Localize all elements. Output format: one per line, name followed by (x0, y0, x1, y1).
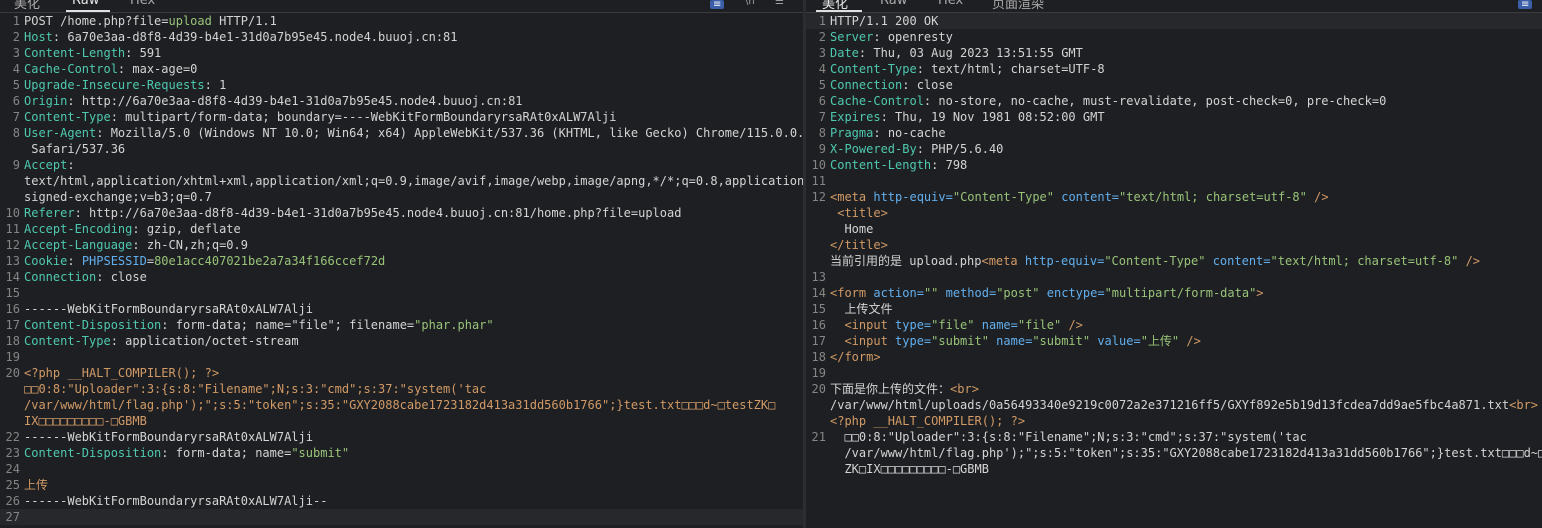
code-line: 4 Content-Type: text/html; charset=UTF-8 (818, 62, 1105, 76)
code-line: /var/www/html/flag.php');";s:5:"token";s… (24, 398, 776, 412)
code-line: 10 Content-Length: 798 (811, 158, 968, 172)
code-line: 1 POST /home.php?file=upload HTTP/1.1 (12, 14, 277, 28)
code-line: <title> (830, 206, 888, 220)
code-line: 17 <input type="submit" name="submit" va… (811, 334, 1201, 348)
code-line: </title> (830, 238, 888, 252)
request-tab-raw[interactable]: Raw (72, 0, 99, 8)
code-line: □□0:8:"Uploader":3:{s:8:"Filename";N;s:3… (24, 382, 487, 396)
request-pane: 美化 Raw Hex ≡ \n ☰ 1 POST /home.php?file=u… (0, 0, 803, 528)
request-editor[interactable]: 1 POST /home.php?file=upload HTTP/1.1 2 Ho… (0, 13, 803, 528)
code-line: 7 Expires: Thu, 19 Nov 1981 08:52:00 GMT (818, 110, 1105, 124)
code-line: /var/www/html/uploads/0a56493340e9219c00… (830, 398, 1539, 412)
code-line: 14 <form action="" method="post" enctype=… (811, 286, 1264, 300)
active-tab-indicator (816, 10, 862, 12)
code-line: 6 Cache-Control: no-store, no-cache, must… (818, 94, 1387, 108)
code-line: 10 Referer: http://6a70e3aa-d8f8-4d39-b4e… (5, 206, 682, 220)
code-line: 18 </form> (811, 350, 881, 364)
code-line: Safari/537.36 (31, 142, 126, 156)
response-editor[interactable]: 1 HTTP/1.1 200 OK 2 Server: openresty 3 Dat… (806, 13, 1542, 528)
code-line: 22 ------WebKitFormBoundaryrsaRAt0xALW7Al… (5, 430, 313, 444)
code-line: 1 HTTP/1.1 200 OK (806, 13, 1542, 29)
code-line: 2 Server: openresty (818, 30, 953, 44)
response-tabbar: 美化 Raw Hex 页面渲染 ≡ (806, 0, 1542, 13)
code-line: 13 (811, 270, 826, 284)
code-line: 20 <?php __HALT_COMPILER(); ?> (5, 366, 220, 380)
code-line: 11 (811, 174, 826, 188)
response-tab-render[interactable]: 页面渲染 (992, 0, 1044, 12)
code-line: <?php __HALT_COMPILER(); ?> (830, 414, 1026, 428)
code-line: 18 Content-Type: application/octet-stream (5, 334, 299, 348)
code-line: 3 Date: Thu, 03 Aug 2023 13:51:55 GMT (818, 46, 1083, 60)
code-line: 9 Accept: (12, 158, 75, 172)
code-line: 8 Pragma: no-cache (818, 126, 946, 140)
code-line: 6 Origin: http://6a70e3aa-d8f8-4d39-b4e1-… (12, 94, 523, 108)
code-line: 8 User-Agent: Mozilla/5.0 (Windows NT 10.… (12, 126, 803, 140)
code-line: 16 <input type="file" name="file" /> (811, 318, 1083, 332)
code-line: 5 Connection: close (818, 78, 953, 92)
code-line: signed-exchange;v=b3;q=0.7 (24, 190, 212, 204)
active-tab-indicator (66, 10, 110, 12)
response-tab-hex[interactable]: Hex (938, 0, 963, 8)
code-line: 3 Content-Length: 591 (12, 46, 162, 60)
code-line: 14 Connection: close (5, 270, 147, 284)
code-line: /var/www/html/flag.php');";s:5:"token";s… (830, 446, 1542, 460)
code-line: text/html,application/xhtml+xml,applicat… (24, 174, 803, 188)
code-line: 当前引用的是 upload.php<meta http-equiv="Conte… (830, 254, 1481, 268)
code-line: 4 Cache-Control: max-age=0 (12, 62, 198, 76)
code-line: IX□□□□□□□□□-□GBMB (24, 414, 147, 428)
code-line: 5 Upgrade-Insecure-Requests: 1 (12, 78, 227, 92)
code-line: 2 Host: 6a70e3aa-d8f8-4d39-b4e1-31d0a7b95… (12, 30, 458, 44)
newline-icon[interactable]: \n (745, 0, 755, 7)
code-line: 12 Accept-Language: zh-CN,zh;q=0.9 (5, 238, 248, 252)
code-line: 11 Accept-Encoding: gzip, deflate (5, 222, 241, 236)
request-tabbar: 美化 Raw Hex ≡ \n ☰ (0, 0, 803, 13)
code-line: ZK□IX□□□□□□□□□-□GBMB (830, 462, 989, 476)
response-tab-raw[interactable]: Raw (880, 0, 907, 8)
code-line: 17 Content-Disposition: form-data; name="… (5, 318, 494, 332)
menu-icon[interactable]: ☰ (775, 0, 784, 7)
code-line: 20 下面是你上传的文件：<br> (811, 382, 979, 396)
code-line: 15 上传文件 (811, 302, 893, 316)
code-line: 19 (811, 366, 826, 380)
code-line: 12 <meta http-equiv="Content-Type" conten… (811, 190, 1329, 204)
code-line: 15 (5, 286, 20, 300)
code-line: 23 Content-Disposition: form-data; name="… (5, 446, 350, 460)
code-line: 25 上传 (5, 478, 49, 492)
wrap-icon[interactable]: ≡ (710, 0, 725, 10)
wrap-icon[interactable]: ≡ (1518, 0, 1533, 10)
code-line: Home (830, 222, 874, 236)
code-line: 7 Content-Type: multipart/form-data; boun… (12, 110, 617, 124)
code-line: 16 ------WebKitFormBoundaryrsaRAt0xALW7Al… (5, 302, 313, 316)
code-line: 24 (5, 462, 20, 476)
code-line: 13 Cookie: PHPSESSID=80e1acc407021be2a7a3… (5, 254, 386, 268)
request-tab-pretty[interactable]: 美化 (14, 0, 40, 12)
response-pane: 美化 Raw Hex 页面渲染 ≡ 1 HTTP/1.1 200 OK 2 Serv… (806, 0, 1542, 528)
burp-repeater-view: 美化 Raw Hex ≡ \n ☰ 1 POST /home.php?file=u… (0, 0, 1542, 528)
code-line-current: 27 (0, 509, 803, 525)
code-line: 9 X-Powered-By: PHP/5.6.40 (818, 142, 1004, 156)
code-line: 26 ------WebKitFormBoundaryrsaRAt0xALW7Al… (5, 494, 328, 508)
request-tab-hex[interactable]: Hex (130, 0, 155, 8)
code-line: 19 (5, 350, 20, 364)
code-line: 21 □□0:8:"Uploader":3:{s:8:"Filename";N;… (811, 430, 1307, 444)
